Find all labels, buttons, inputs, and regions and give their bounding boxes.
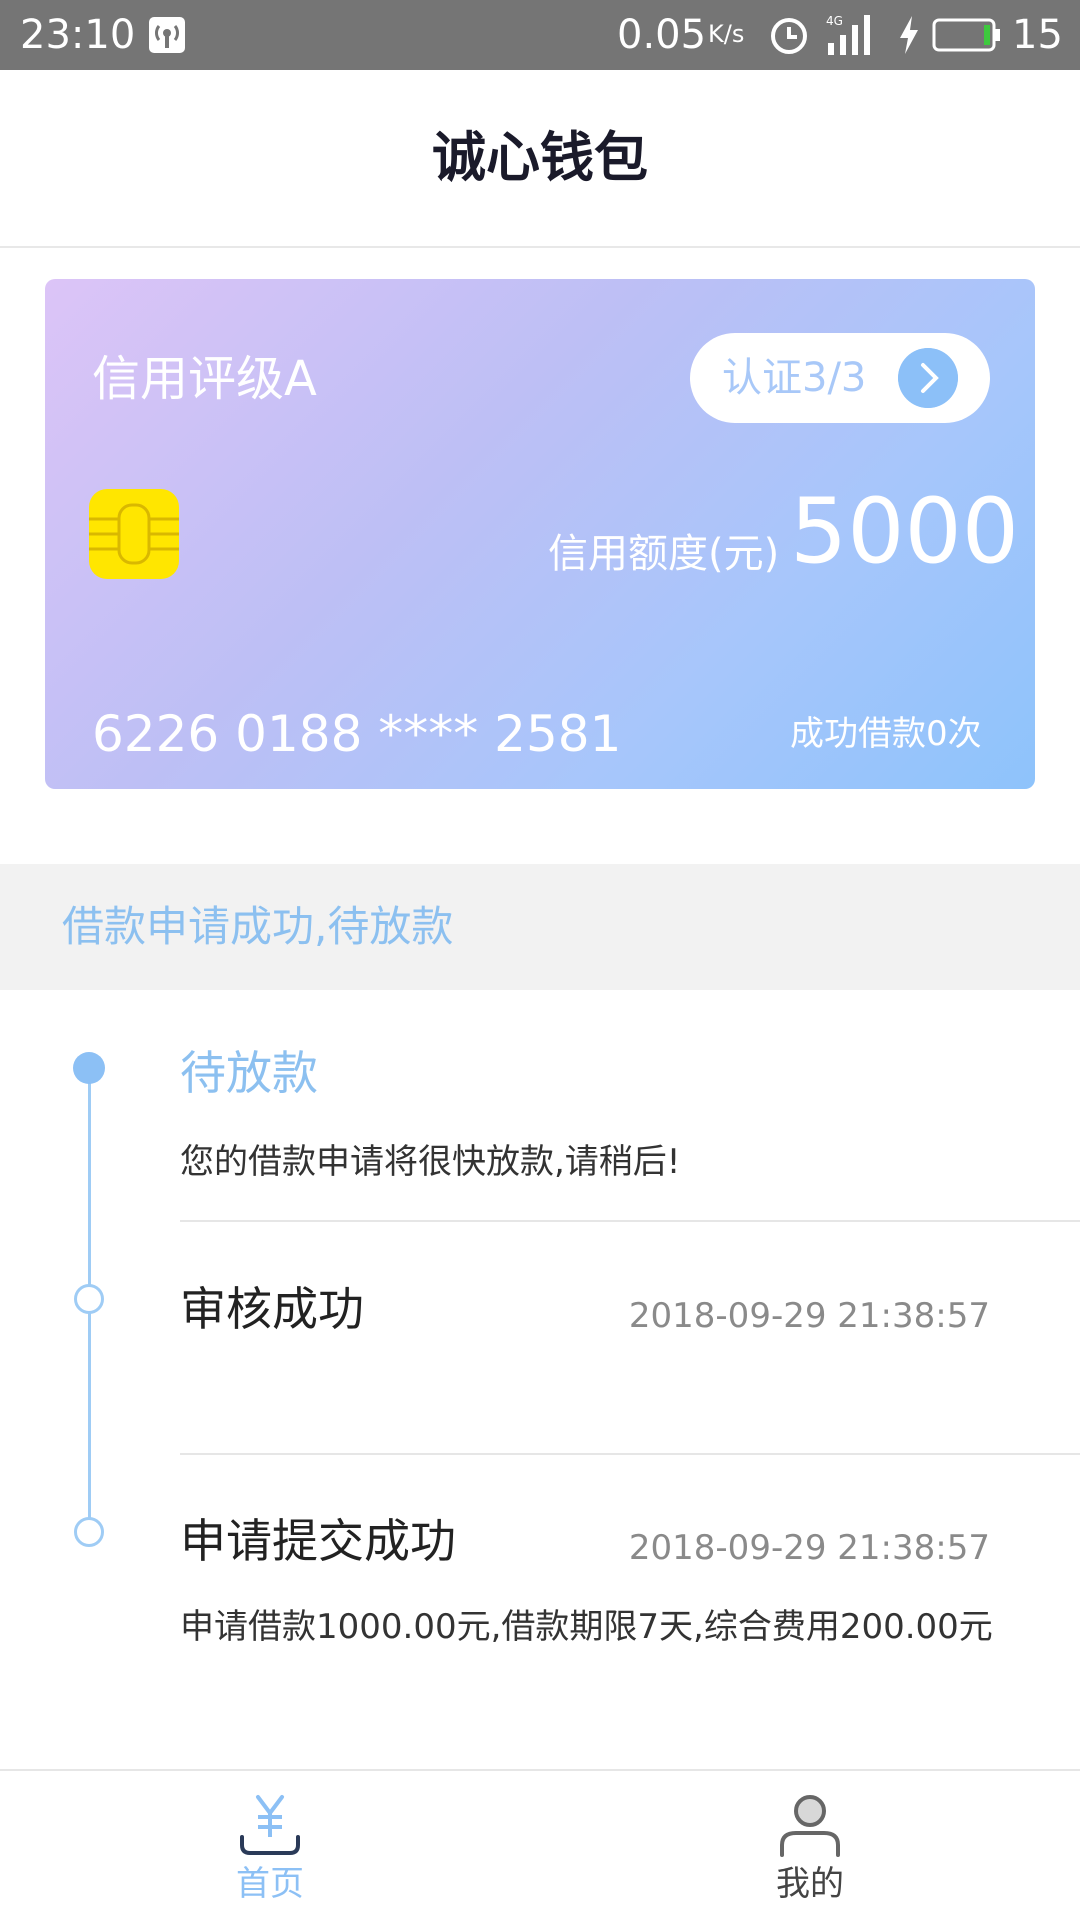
timeline-divider xyxy=(180,1453,1080,1455)
alarm-clock-icon xyxy=(771,18,807,54)
auth-progress-label: 认证3/3 xyxy=(722,355,867,401)
charging-bolt-icon xyxy=(900,16,918,54)
credit-limit-label: 信用额度(元) xyxy=(548,531,780,577)
credit-limit-value: 5000 xyxy=(790,479,1020,584)
timeline-step-time: 2018-09-29 21:38:57 xyxy=(628,1528,990,1568)
loan-status-text: 借款申请成功,待放款 xyxy=(62,902,454,951)
timeline-step-title: 审核成功 xyxy=(180,1282,364,1336)
broadcast-notification-icon xyxy=(149,17,185,53)
nav-mine-label: 我的 xyxy=(776,1864,844,1904)
signal-label: 4G xyxy=(826,14,843,28)
nav-home[interactable]: 首页 xyxy=(0,1771,540,1920)
page-title: 诚心钱包 xyxy=(432,126,648,189)
credit-card: 信用评级A 认证3/3 信用额度(元) 5000 6226 0188 **** … xyxy=(45,279,1035,789)
status-bar: 23:10 0.05 K/s 4G 15 xyxy=(0,0,1080,70)
battery-level: 15 xyxy=(1012,12,1063,58)
auth-progress-button[interactable]: 认证3/3 xyxy=(690,333,990,423)
status-time: 23:10 xyxy=(20,12,136,58)
bottom-nav: 首页 我的 xyxy=(0,1769,1080,1920)
timeline-step-title: 待放款 xyxy=(180,1046,318,1100)
successful-loan-count: 成功借款0次 xyxy=(790,714,982,754)
network-speed-unit: K/s xyxy=(708,20,745,48)
loan-status-banner: 借款申请成功,待放款 xyxy=(0,864,1080,990)
app-header: 诚心钱包 xyxy=(0,70,1080,248)
card-number: 6226 0188 **** 2581 xyxy=(92,705,622,763)
cellular-signal-icon: 4G xyxy=(826,14,870,55)
yuan-wallet-icon xyxy=(240,1795,300,1855)
card-chip-icon xyxy=(89,489,179,579)
timeline-dot xyxy=(74,1284,104,1314)
timeline-step-desc: 申请借款1000.00元,借款期限7天,综合费用200.00元 xyxy=(180,1607,993,1647)
timeline-step-desc: 您的借款申请将很快放款,请稍后! xyxy=(180,1142,681,1182)
timeline-step-title: 申请提交成功 xyxy=(180,1514,456,1568)
timeline-divider xyxy=(180,1220,1080,1222)
nav-mine[interactable]: 我的 xyxy=(540,1771,1080,1920)
nav-home-label: 首页 xyxy=(236,1864,304,1904)
user-profile-icon xyxy=(780,1795,840,1857)
timeline-step-time: 2018-09-29 21:38:57 xyxy=(628,1296,990,1336)
timeline-dot xyxy=(74,1517,104,1547)
battery-icon xyxy=(932,18,1000,52)
network-speed: 0.05 xyxy=(617,12,707,58)
credit-rating: 信用评级A xyxy=(92,351,317,407)
chevron-right-icon xyxy=(898,348,958,408)
timeline-dot-active xyxy=(73,1052,105,1084)
